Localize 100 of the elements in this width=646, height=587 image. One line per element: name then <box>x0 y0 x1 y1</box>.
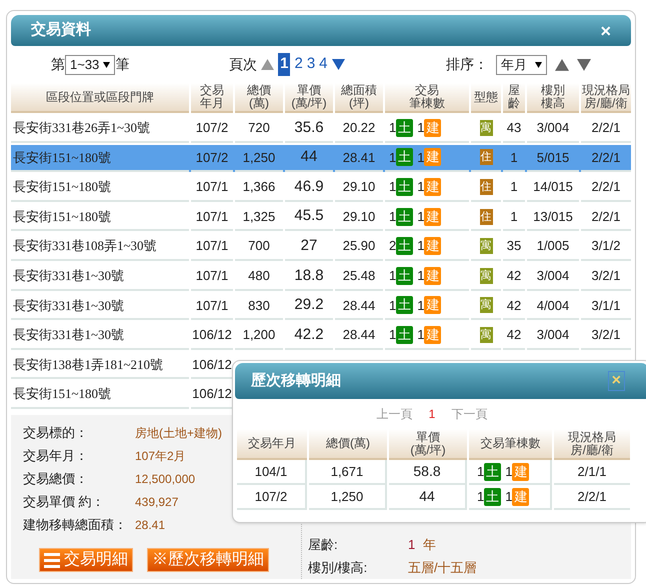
land-badge: 土 <box>396 266 414 285</box>
detail-label: 樓別/樓高: <box>308 558 368 577</box>
date-cell: 107/1 <box>191 204 233 232</box>
address-cell: 長安街331巷1~30號 <box>11 263 189 291</box>
column-header: 樓別 樓高 <box>527 83 579 114</box>
unit-price-cell: 35.6 <box>285 115 333 143</box>
range-prefix: 第 <box>51 55 65 74</box>
land-count: 1 <box>389 326 396 344</box>
layout-cell: 3/2/1 <box>581 322 631 350</box>
address-cell: 長安街138巷1弄181~210號 <box>11 352 189 380</box>
floor-cell: 3/004 <box>527 263 579 291</box>
type-label: 住 <box>480 208 492 225</box>
column-header: 交易筆棟數 <box>469 429 552 460</box>
area-cell: 29.10 <box>335 204 383 232</box>
unit-price-cell: 58.8 <box>389 460 467 485</box>
layout-cell: 3/2/1 <box>581 263 631 291</box>
range-suffix: 筆 <box>115 55 130 74</box>
building-badge: 建 <box>424 148 442 166</box>
detail-label: 交易年月： <box>23 446 89 465</box>
land-count: 1 <box>389 178 396 196</box>
type-label: 住 <box>480 149 492 166</box>
type-label: 住 <box>480 179 492 196</box>
layout-cell: 2/2/1 <box>581 174 631 202</box>
unit-price-cell: 18.8 <box>285 263 333 291</box>
layout-cell: 3/1/2 <box>581 233 631 262</box>
layout-cell: 2/2/1 <box>581 204 631 232</box>
area-cell: 20.22 <box>335 115 383 143</box>
land-count: 1 <box>389 119 396 138</box>
column-header: 交易 筆棟數 <box>385 83 469 114</box>
date-cell: 107/2 <box>191 115 233 143</box>
column-header: 型態 <box>471 83 501 114</box>
floor-cell: 4/004 <box>527 292 579 320</box>
date-cell: 104/1 <box>237 460 307 485</box>
detail-value: 五層/十五層 <box>408 558 477 577</box>
land-badge: 土 <box>396 326 414 344</box>
address-cell: 長安街151~180號 <box>11 381 189 409</box>
address-cell: 長安街331巷1~30號 <box>11 292 189 320</box>
type-label: 寓 <box>480 297 492 314</box>
land-badge: 土 <box>396 178 414 196</box>
price-cell: 1,200 <box>235 322 283 350</box>
column-header: 總面積 (坪) <box>335 83 383 114</box>
layout-cell: 2/1/1 <box>554 460 630 485</box>
age-cell: 42 <box>503 322 525 350</box>
unit-price-cell: 44 <box>285 144 333 172</box>
detail-label: 交易標的： <box>23 424 89 442</box>
building-count: 1 <box>417 267 424 286</box>
layout-cell: 3/1/1 <box>581 292 631 320</box>
price-cell: 1,325 <box>235 204 283 232</box>
building-count: 1 <box>417 237 424 256</box>
price-cell: 700 <box>235 233 283 262</box>
building-count: 1 <box>505 462 512 481</box>
land-badge: 土 <box>396 208 414 226</box>
layout-cell: 2/2/1 <box>581 144 631 172</box>
land-count: 1 <box>389 208 396 226</box>
building-badge: 建 <box>424 208 442 226</box>
address-cell: 長安街151~180號 <box>11 174 189 202</box>
detail-value: 107年2月 <box>135 448 186 464</box>
date-cell: 106/12 <box>191 322 233 350</box>
layout-cell: 2/2/1 <box>581 115 631 143</box>
layout-cell: 2/2/1 <box>554 485 630 510</box>
column-header: 單價 (萬/坪) <box>389 429 467 460</box>
price-cell: 1,671 <box>309 460 387 485</box>
price-cell: 1,366 <box>235 174 283 202</box>
age-cell: 1 <box>503 204 525 232</box>
detail-value: 12,500,000 <box>135 470 196 488</box>
land-badge: 土 <box>396 118 414 137</box>
floor-cell: 14/015 <box>527 174 579 202</box>
column-header: 屋 齡 <box>503 83 525 114</box>
detail-label: 交易單價 約： <box>23 492 106 511</box>
detail-label: 屋齡: <box>308 536 339 554</box>
column-header: 單價 (萬/坪) <box>285 83 333 114</box>
dialog-title: 歷次移轉明細 <box>251 370 341 391</box>
land-badge: 土 <box>484 462 502 480</box>
floor-cell: 1/005 <box>527 233 579 262</box>
price-cell: 1,250 <box>309 485 387 510</box>
building-badge: 建 <box>424 118 442 137</box>
detail-unit: 年 <box>423 536 436 554</box>
address-cell: 長安街151~180號 <box>11 144 189 172</box>
unit-price-cell: 46.9 <box>285 174 333 202</box>
dialog-title: 交易資料 <box>31 20 91 40</box>
land-count: 1 <box>477 462 484 481</box>
building-count: 1 <box>417 119 424 138</box>
area-cell: 29.10 <box>335 174 383 202</box>
building-count: 1 <box>505 488 512 506</box>
pager-label: 頁次 <box>229 55 258 74</box>
age-cell: 42 <box>503 292 525 320</box>
land-count: 1 <box>389 267 396 286</box>
address-cell: 長安街331巷26弄1~30號 <box>11 115 189 143</box>
column-header: 交易 年月 <box>191 83 233 114</box>
date-cell: 107/1 <box>191 233 233 262</box>
detail-value: 28.41 <box>135 516 166 534</box>
unit-price-cell: 44 <box>389 485 467 510</box>
date-cell: 107/2 <box>237 485 307 510</box>
building-count: 1 <box>417 148 424 167</box>
detail-label: 交易總價： <box>23 470 89 488</box>
floor-cell: 3/004 <box>527 322 579 350</box>
land-count: 1 <box>389 296 396 315</box>
detail-value: 房地(土地+建物) <box>135 424 222 442</box>
building-badge: 建 <box>424 296 442 314</box>
date-cell: 107/2 <box>191 144 233 172</box>
